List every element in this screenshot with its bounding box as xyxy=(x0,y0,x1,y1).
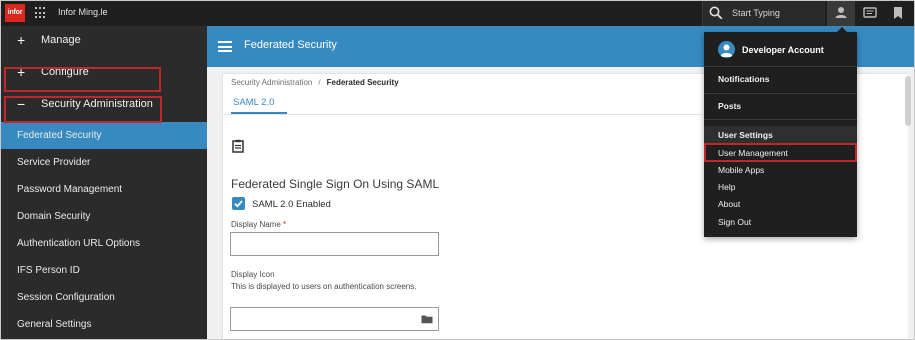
menu-item-label: User Settings xyxy=(718,130,773,140)
menu-item-user-settings[interactable]: User Settings xyxy=(704,126,857,143)
search-input[interactable]: Start Typing xyxy=(702,1,825,26)
sidebar-item-ifs-person-id[interactable]: IFS Person ID xyxy=(1,257,207,284)
sidebar-item-service-provider[interactable]: Service Provider xyxy=(1,149,207,176)
menu-item-label: Help xyxy=(718,182,736,192)
menu-item-label: Notifications xyxy=(718,74,770,84)
chat-icon xyxy=(863,7,877,18)
search-placeholder: Start Typing xyxy=(732,8,780,18)
sidebar-item-label: Session Configuration xyxy=(17,292,115,303)
expand-icon: + xyxy=(17,32,26,48)
display-icon-help-text: This is displayed to users on authentica… xyxy=(231,282,417,291)
checkmark-icon xyxy=(234,200,243,208)
bookmark-icon xyxy=(894,7,902,19)
breadcrumb-root[interactable]: Security Administration xyxy=(231,78,312,87)
top-bar: infor Infor Ming.le Start Typing xyxy=(1,1,914,26)
menu-item-label: Mobile Apps xyxy=(718,165,765,175)
menu-item-mobile-apps[interactable]: Mobile Apps xyxy=(704,161,857,178)
hamburger-menu-icon[interactable] xyxy=(218,41,232,52)
highlight-outline-federated-security xyxy=(4,96,162,123)
display-name-label: Display Name * xyxy=(231,220,286,229)
search-icon xyxy=(709,6,723,20)
sidebar-item-session-configuration[interactable]: Session Configuration xyxy=(1,284,207,311)
menu-item-label: Posts xyxy=(718,101,742,111)
tab-saml-2-0[interactable]: SAML 2.0 xyxy=(233,97,274,108)
app-window: infor Infor Ming.le Start Typing + Manag… xyxy=(0,0,915,340)
saml-enabled-checkbox[interactable] xyxy=(232,197,245,210)
sidebar-item-domain-security[interactable]: Domain Security xyxy=(1,203,207,230)
sidebar-item-label: Service Provider xyxy=(17,157,91,168)
bookmarks-button[interactable] xyxy=(884,1,912,26)
user-menu-button[interactable] xyxy=(827,1,855,26)
menu-divider xyxy=(704,93,857,94)
sidebar-item-label: Authentication URL Options xyxy=(17,238,141,249)
sidebar-item-label: Domain Security xyxy=(17,211,91,222)
menu-item-posts[interactable]: Posts xyxy=(704,97,857,114)
breadcrumb: Security Administration / Federated Securi… xyxy=(231,78,399,87)
display-icon-field[interactable] xyxy=(230,307,439,331)
display-icon-label: Display Icon xyxy=(231,270,275,279)
menu-item-help[interactable]: Help xyxy=(704,178,857,195)
scrollbar[interactable] xyxy=(905,76,911,126)
app-name: Infor Ming.le xyxy=(58,7,108,17)
saml-enabled-label[interactable]: SAML 2.0 Enabled xyxy=(252,199,331,210)
folder-icon[interactable] xyxy=(421,314,433,324)
highlight-outline-user-management xyxy=(704,143,857,162)
sidebar-item-general-settings[interactable]: General Settings xyxy=(1,311,207,338)
menu-item-sign-out[interactable]: Sign Out xyxy=(704,213,857,230)
section-title: Federated Single Sign On Using SAML xyxy=(231,177,440,191)
sidebar-item-label: Password Management xyxy=(17,184,123,195)
sidebar-item-authentication-url-options[interactable]: Authentication URL Options xyxy=(1,230,207,257)
menu-divider xyxy=(704,66,857,67)
required-marker: * xyxy=(283,220,287,229)
sidebar-group-label: Manage xyxy=(41,34,81,46)
menu-item-label: About xyxy=(718,199,741,209)
sidebar-item-label: IFS Person ID xyxy=(17,265,80,276)
sidebar-item-label: Federated Security xyxy=(17,130,102,141)
account-name: Developer Account xyxy=(742,45,824,55)
menu-item-notifications[interactable]: Notifications xyxy=(704,70,857,87)
user-avatar-icon xyxy=(720,44,733,57)
sidebar-item-label: General Settings xyxy=(17,319,92,330)
avatar xyxy=(718,41,735,58)
highlight-outline-security-administration xyxy=(4,67,161,92)
menu-divider xyxy=(704,119,857,120)
user-dropdown-menu: Developer Account Notifications Posts Us… xyxy=(704,32,857,237)
menu-item-label: Sign Out xyxy=(718,217,752,227)
sidebar-item-password-management[interactable]: Password Management xyxy=(1,176,207,203)
display-name-field[interactable] xyxy=(230,232,439,256)
breadcrumb-separator: / xyxy=(318,78,321,87)
menu-item-about[interactable]: About xyxy=(704,195,857,212)
infor-logo[interactable]: infor xyxy=(5,4,25,22)
breadcrumb-current: Federated Security xyxy=(326,78,399,87)
messages-button[interactable] xyxy=(856,1,884,26)
clipboard-icon[interactable] xyxy=(231,139,245,153)
display-name-label-text: Display Name xyxy=(231,220,281,229)
page-title: Federated Security xyxy=(244,39,337,51)
user-icon xyxy=(835,7,847,18)
sidebar-item-federated-security[interactable]: Federated Security xyxy=(1,122,207,149)
sidebar-group-manage[interactable]: + Manage xyxy=(1,26,207,56)
tab-divider xyxy=(222,114,702,115)
app-grid-icon[interactable] xyxy=(35,7,47,19)
account-header[interactable]: Developer Account xyxy=(704,32,857,66)
